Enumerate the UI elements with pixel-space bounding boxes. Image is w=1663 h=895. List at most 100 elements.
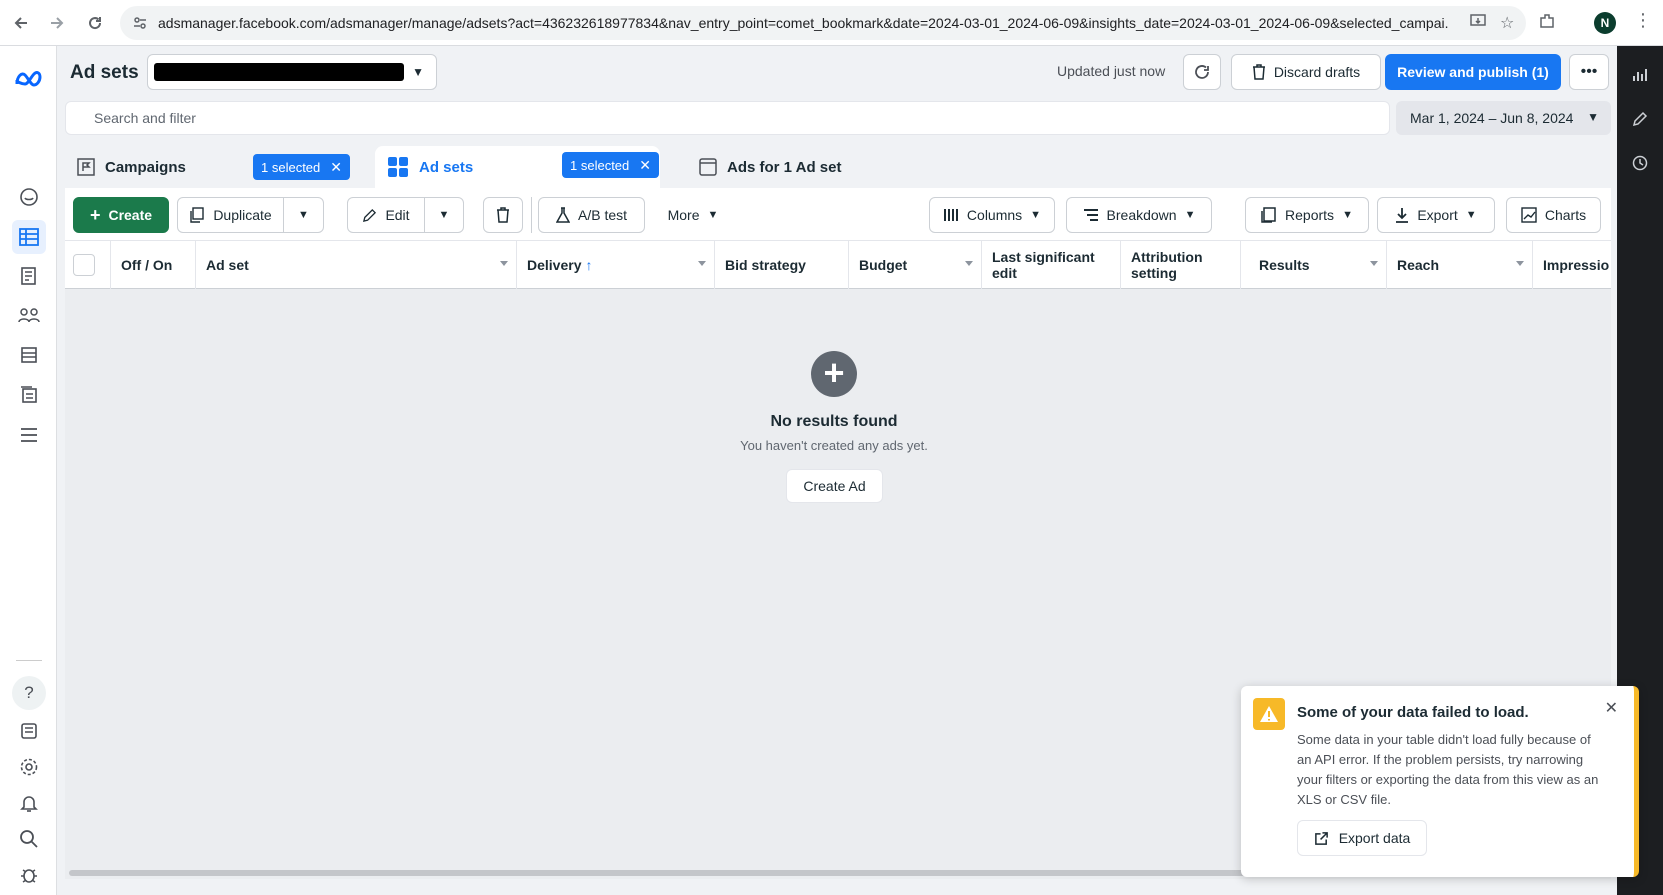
column-off-on[interactable]: Off / On xyxy=(111,241,196,289)
tab-campaigns[interactable]: Campaigns 1 selected ✕ xyxy=(65,146,355,188)
campaigns-table-icon[interactable] xyxy=(12,220,46,254)
help-icon[interactable]: ? xyxy=(12,676,46,710)
column-budget[interactable]: Budget xyxy=(849,241,982,289)
history-clock-icon[interactable] xyxy=(1629,152,1651,174)
search-input[interactable]: Search and filter xyxy=(65,101,1390,135)
reload-icon[interactable] xyxy=(78,6,112,40)
profile-avatar[interactable]: N xyxy=(1594,12,1616,34)
columns-icon xyxy=(943,209,958,221)
bookmark-star-icon[interactable]: ☆ xyxy=(1500,13,1514,33)
ads-library-icon[interactable] xyxy=(12,378,46,412)
sort-caret-icon[interactable] xyxy=(500,261,508,266)
sort-caret-icon[interactable] xyxy=(965,261,973,266)
breakdown-dropdown-button[interactable]: Breakdown ▼ xyxy=(1066,197,1212,233)
meta-logo-icon[interactable] xyxy=(12,62,46,96)
audiences-icon[interactable] xyxy=(12,298,46,332)
more-options-button[interactable]: ••• xyxy=(1569,54,1609,90)
edit-pencil-icon[interactable] xyxy=(1629,108,1651,130)
caret-down-icon: ▼ xyxy=(1030,209,1042,221)
refresh-button[interactable] xyxy=(1183,54,1221,90)
ad-page-icon xyxy=(699,158,717,176)
download-icon xyxy=(1396,208,1409,223)
back-icon[interactable] xyxy=(4,6,38,40)
account-overview-icon[interactable] xyxy=(12,180,46,214)
sort-caret-icon[interactable] xyxy=(1516,261,1524,266)
column-results[interactable]: Results xyxy=(1241,241,1387,289)
sort-caret-icon[interactable] xyxy=(1370,261,1378,266)
column-impressions[interactable]: Impressio xyxy=(1533,241,1611,289)
edit-label: Edit xyxy=(385,207,410,223)
reports-dropdown-button[interactable]: Reports ▼ xyxy=(1245,197,1369,233)
column-reach[interactable]: Reach xyxy=(1387,241,1533,289)
review-and-publish-button[interactable]: Review and publish (1) xyxy=(1385,54,1561,90)
column-delivery[interactable]: Delivery ↑ xyxy=(517,241,715,289)
ad-sets-selected-chip[interactable]: 1 selected ✕ xyxy=(562,152,659,178)
empty-state-subtitle: You haven't created any ads yet. xyxy=(740,438,928,453)
level-tabs: Campaigns 1 selected ✕ Ad sets 1 selecte… xyxy=(65,146,1611,188)
edit-pencil-icon xyxy=(363,208,377,222)
billing-icon[interactable] xyxy=(12,338,46,372)
column-ad-set[interactable]: Ad set xyxy=(196,241,517,289)
clear-selection-icon[interactable]: ✕ xyxy=(639,157,651,174)
ab-test-button[interactable]: A/B test xyxy=(538,197,645,233)
tab-label: Campaigns xyxy=(105,158,186,176)
column-last-significant-edit[interactable]: Last significant edit xyxy=(982,241,1121,289)
add-plus-icon: + xyxy=(811,351,857,397)
tab-ads[interactable]: Ads for 1 Ad set xyxy=(687,146,977,188)
left-navigation: ? xyxy=(0,46,57,895)
sort-caret-icon[interactable] xyxy=(698,261,706,266)
toast-title: Some of your data failed to load. xyxy=(1297,704,1529,721)
news-icon[interactable] xyxy=(12,714,46,748)
report-bug-icon[interactable] xyxy=(12,858,46,892)
duplicate-button[interactable]: Duplicate xyxy=(177,197,284,233)
select-all-checkbox[interactable] xyxy=(73,254,95,276)
campaigns-selected-chip[interactable]: 1 selected ✕ xyxy=(253,154,350,180)
sort-ascending-icon: ↑ xyxy=(585,257,593,273)
ad-account-selector[interactable]: ▼ xyxy=(147,54,437,90)
export-dropdown-button[interactable]: Export ▼ xyxy=(1377,197,1495,233)
discard-drafts-label: Discard drafts xyxy=(1273,64,1361,80)
selected-count: 1 selected xyxy=(570,157,630,173)
tab-ad-sets[interactable]: Ad sets 1 selected ✕ xyxy=(375,146,660,188)
external-link-icon xyxy=(1314,831,1328,845)
nav-divider xyxy=(16,660,42,661)
reports-icon xyxy=(1261,207,1276,223)
notifications-bell-icon[interactable] xyxy=(12,786,46,820)
forward-icon[interactable] xyxy=(40,6,74,40)
site-settings-icon[interactable] xyxy=(132,15,148,31)
export-data-button[interactable]: Export data xyxy=(1297,820,1427,856)
clear-selection-icon[interactable]: ✕ xyxy=(330,159,342,176)
column-label: Ad set xyxy=(206,257,249,273)
create-button[interactable]: + Create xyxy=(73,197,169,233)
edit-dropdown-button[interactable]: ▼ xyxy=(424,197,464,233)
column-attribution-setting[interactable]: Attribution setting xyxy=(1121,241,1241,289)
duplicate-icon xyxy=(190,207,205,223)
reports-icon[interactable] xyxy=(12,259,46,293)
charts-button[interactable]: Charts xyxy=(1506,197,1601,233)
settings-gear-icon[interactable] xyxy=(12,750,46,784)
url-text: adsmanager.facebook.com/adsmanager/manag… xyxy=(158,15,1448,31)
columns-label: Columns xyxy=(966,207,1023,223)
edit-button[interactable]: Edit xyxy=(347,197,425,233)
export-label: Export xyxy=(1417,207,1458,223)
columns-dropdown-button[interactable]: Columns ▼ xyxy=(929,197,1055,233)
create-ad-button[interactable]: Create Ad xyxy=(786,469,883,503)
install-app-icon[interactable] xyxy=(1470,13,1486,34)
address-bar[interactable]: adsmanager.facebook.com/adsmanager/manag… xyxy=(120,6,1526,40)
column-bid-strategy[interactable]: Bid strategy xyxy=(715,241,849,289)
date-range-picker[interactable]: Mar 1, 2024 – Jun 8, 2024 ▼ xyxy=(1396,101,1611,135)
all-tools-menu-icon[interactable] xyxy=(12,418,46,452)
search-icon[interactable] xyxy=(12,822,46,856)
duplicate-dropdown-button[interactable]: ▼ xyxy=(283,197,324,233)
close-icon[interactable]: ✕ xyxy=(1605,698,1618,718)
browser-menu-icon[interactable]: ⋮ xyxy=(1634,10,1652,31)
performance-chart-icon[interactable] xyxy=(1629,64,1651,86)
horizontal-scrollbar[interactable] xyxy=(69,870,1305,876)
data-load-error-toast: Some of your data failed to load. ✕ Some… xyxy=(1241,686,1639,877)
charts-label: Charts xyxy=(1544,207,1587,223)
discard-drafts-button[interactable]: Discard drafts xyxy=(1231,54,1381,90)
delete-button[interactable] xyxy=(483,197,523,233)
flask-icon xyxy=(555,207,570,223)
more-dropdown-button[interactable]: More ▼ xyxy=(655,197,731,233)
extensions-icon[interactable] xyxy=(1538,12,1556,35)
